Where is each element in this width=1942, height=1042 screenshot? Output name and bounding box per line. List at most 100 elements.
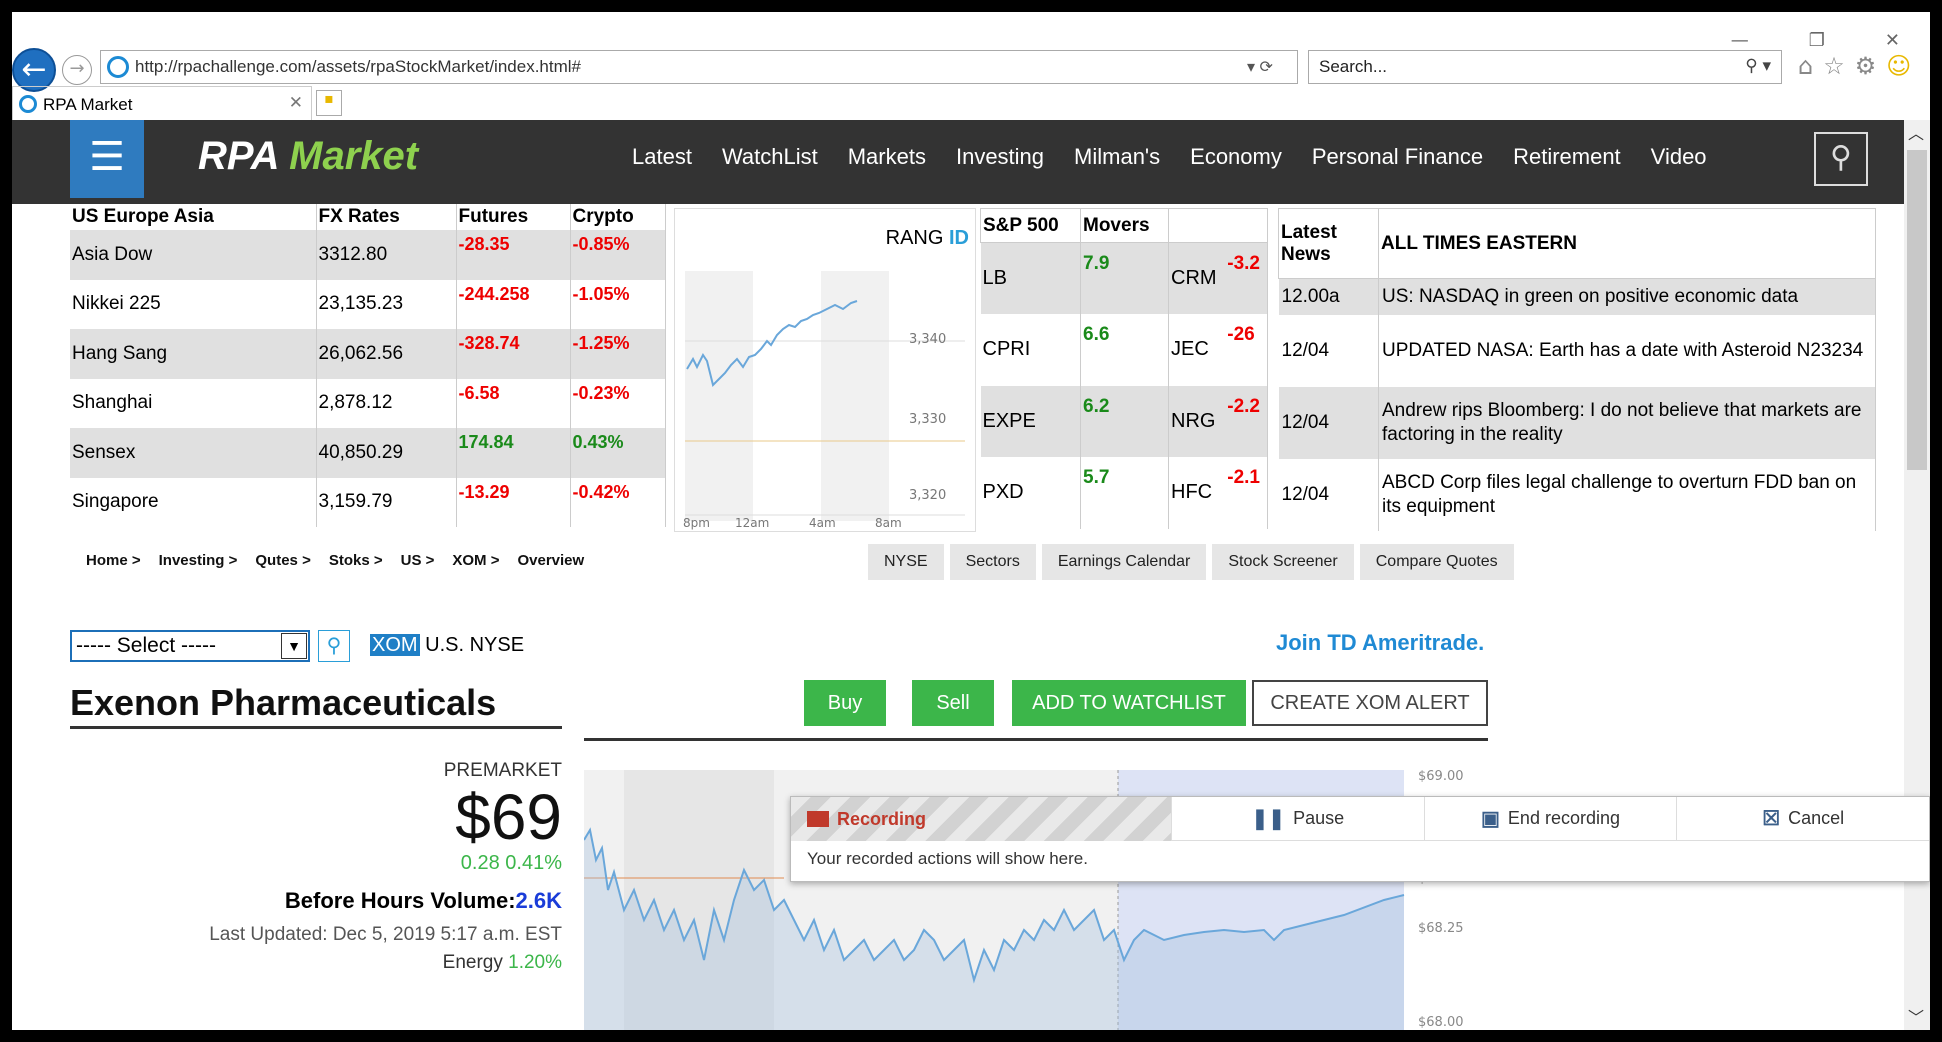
news-headline[interactable]: Andrew rips Bloomberg: I do not believe … [1378,386,1876,459]
markets-header-futures[interactable]: Futures [456,204,571,230]
intraday-mini-chart: RANG ID 3,340 3,330 3,320 8pm 12am 4am 8… [674,208,976,532]
nav-latest[interactable]: Latest [632,144,692,170]
refresh-icon[interactable]: ▾ ⟳ [1247,57,1297,77]
table-row: 12/04 ABCD Corp files legal challenge to… [1278,458,1876,531]
tab-nyse[interactable]: NYSE [868,544,944,580]
market-crypto: -0.23% [570,378,666,428]
news-time: 12/04 [1278,314,1379,387]
before-hours-volume: Before Hours Volume:2.6K [162,888,562,914]
mini-chart-svg: 3,340 3,330 3,320 8pm 12am 4am 8am [683,271,965,530]
news-headline[interactable]: US: NASDAQ in green on positive economic… [1378,278,1876,315]
tab-compare-quotes[interactable]: Compare Quotes [1359,544,1514,580]
chevron-down-icon[interactable]: ▼ [281,633,307,659]
scroll-down-icon[interactable]: ﹀ [1908,1004,1924,1028]
add-to-watchlist-button[interactable]: ADD TO WATCHLIST [1012,680,1246,726]
markets-header-crypto[interactable]: Crypto [570,204,666,230]
mover-up-value: 6.2 [1080,385,1169,457]
buy-button[interactable]: Buy [804,680,886,726]
pause-button[interactable]: ❚❚ Pause [1171,797,1424,840]
page-scrollbar[interactable]: ︿ ﹀ [1904,120,1930,1030]
movers-header-movers[interactable]: Movers [1080,208,1169,243]
tab-close-icon[interactable]: ✕ [289,93,303,113]
nav-milmans[interactable]: Milman's [1074,144,1160,170]
news-headline[interactable]: ABCD Corp files legal challenge to overt… [1378,458,1876,531]
stock-select-dropdown[interactable]: ----- Select ----- ▼ [70,630,310,662]
site-search-icon[interactable]: ⚲ [1814,132,1868,186]
minimize-icon[interactable]: — [1731,30,1749,51]
nav-video[interactable]: Video [1651,144,1707,170]
crumb-overview[interactable]: Overview [517,552,584,569]
mover-down-symbol[interactable]: NRG [1168,385,1226,457]
nav-watchlist[interactable]: WatchList [722,144,818,170]
nav-markets[interactable]: Markets [848,144,926,170]
sector-name: Energy [442,952,503,973]
hamburger-menu-icon[interactable]: ☰ [70,120,144,198]
browser-window: — ❐ ✕ ← → http://rpachallenge.com/assets… [12,12,1930,1030]
address-url[interactable]: http://rpachallenge.com/assets/rpaStockM… [135,57,1247,77]
scroll-thumb[interactable] [1907,150,1927,470]
market-fx: 3,159.79 [316,477,457,527]
favorites-icon[interactable]: ☆ [1823,52,1845,80]
company-name: Exenon Pharmaceuticals [70,682,562,729]
mover-down-symbol[interactable]: CRM [1168,242,1226,314]
market-crypto: -1.25% [570,329,666,379]
forward-button[interactable]: → [62,55,92,85]
nav-personal-finance[interactable]: Personal Finance [1312,144,1483,170]
end-recording-button[interactable]: ▣ End recording [1423,797,1677,840]
table-row: 12/04 Andrew rips Bloomberg: I do not be… [1278,386,1876,459]
restore-icon[interactable]: ❐ [1809,30,1825,51]
nav-retirement[interactable]: Retirement [1513,144,1621,170]
stock-search-icon[interactable]: ⚲ [318,630,350,662]
settings-gear-icon[interactable]: ⚙ [1855,52,1877,80]
markets-header-fx[interactable]: FX Rates [316,204,457,230]
market-crypto: -0.42% [570,477,666,527]
address-bar[interactable]: http://rpachallenge.com/assets/rpaStockM… [100,50,1298,84]
ie-icon [107,56,129,78]
mover-down-symbol[interactable]: HFC [1169,457,1226,529]
crumb-us[interactable]: US > [401,552,435,569]
movers-header-blank [1168,208,1268,243]
site-logo[interactable]: RPA Market [198,134,418,179]
sell-button[interactable]: Sell [912,680,994,726]
movers-table: S&P 500 Movers LB 7.9 CRM -3.2 CPRI 6.6 … [980,208,1269,529]
tab-sectors[interactable]: Sectors [949,544,1036,580]
cancel-button[interactable]: ☒ Cancel [1676,797,1929,840]
create-alert-button[interactable]: CREATE XOM ALERT [1252,680,1488,726]
nav-investing[interactable]: Investing [956,144,1044,170]
markets-header-region[interactable]: US Europe Asia [70,204,317,230]
pause-label: Pause [1293,808,1345,828]
crumb-home[interactable]: Home > [86,552,141,569]
tab-stock-screener[interactable]: Stock Screener [1212,544,1354,580]
crumb-investing[interactable]: Investing > [159,552,238,569]
browser-search-input[interactable]: Search... ⚲ ▾ [1308,50,1782,84]
recording-controls: Recording ❚❚ Pause ▣ End recording ☒ Can… [791,797,1929,841]
mover-down-symbol[interactable]: JEC [1169,314,1226,386]
news-time: 12/04 [1278,386,1379,459]
crumb-qutes[interactable]: Qutes > [255,552,310,569]
home-icon[interactable]: ⌂ [1798,52,1813,80]
feedback-smiley-icon[interactable]: ☺ [1886,52,1911,80]
window-controls: — ❐ ✕ [1731,30,1900,51]
join-td-ameritrade-link[interactable]: Join TD Ameritrade. [1276,630,1484,656]
table-row: 12/04 UPDATED NASA: Earth has a date wit… [1278,314,1876,387]
mover-up-symbol[interactable]: EXPE [980,385,1081,457]
mover-up-symbol[interactable]: PXD [980,457,1081,529]
crumb-stoks[interactable]: Stoks > [329,552,383,569]
nav-economy[interactable]: Economy [1190,144,1282,170]
scroll-up-icon[interactable]: ︿ [1908,120,1924,144]
movers-header-sp500[interactable]: S&P 500 [980,208,1081,243]
crumb-xom[interactable]: XOM > [452,552,499,569]
close-icon[interactable]: ✕ [1885,30,1900,51]
search-icon[interactable]: ⚲ ▾ [1745,56,1771,76]
ticker-exchange: U.S. NYSE [425,634,525,656]
new-tab-button[interactable]: ▪ [316,90,342,116]
sector-change: Energy 1.20% [312,952,562,974]
table-row: 12.00a US: NASDAQ in green on positive e… [1278,278,1876,315]
mover-up-symbol[interactable]: LB [980,242,1081,314]
mover-up-symbol[interactable]: CPRI [980,314,1081,386]
tab-earnings-calendar[interactable]: Earnings Calendar [1041,544,1207,580]
browser-tab[interactable]: RPA Market ✕ [12,86,312,120]
market-crypto: -0.85% [570,230,666,280]
news-headline[interactable]: UPDATED NASA: Earth has a date with Aste… [1378,314,1876,387]
market-fx: 3312.80 [316,230,457,280]
